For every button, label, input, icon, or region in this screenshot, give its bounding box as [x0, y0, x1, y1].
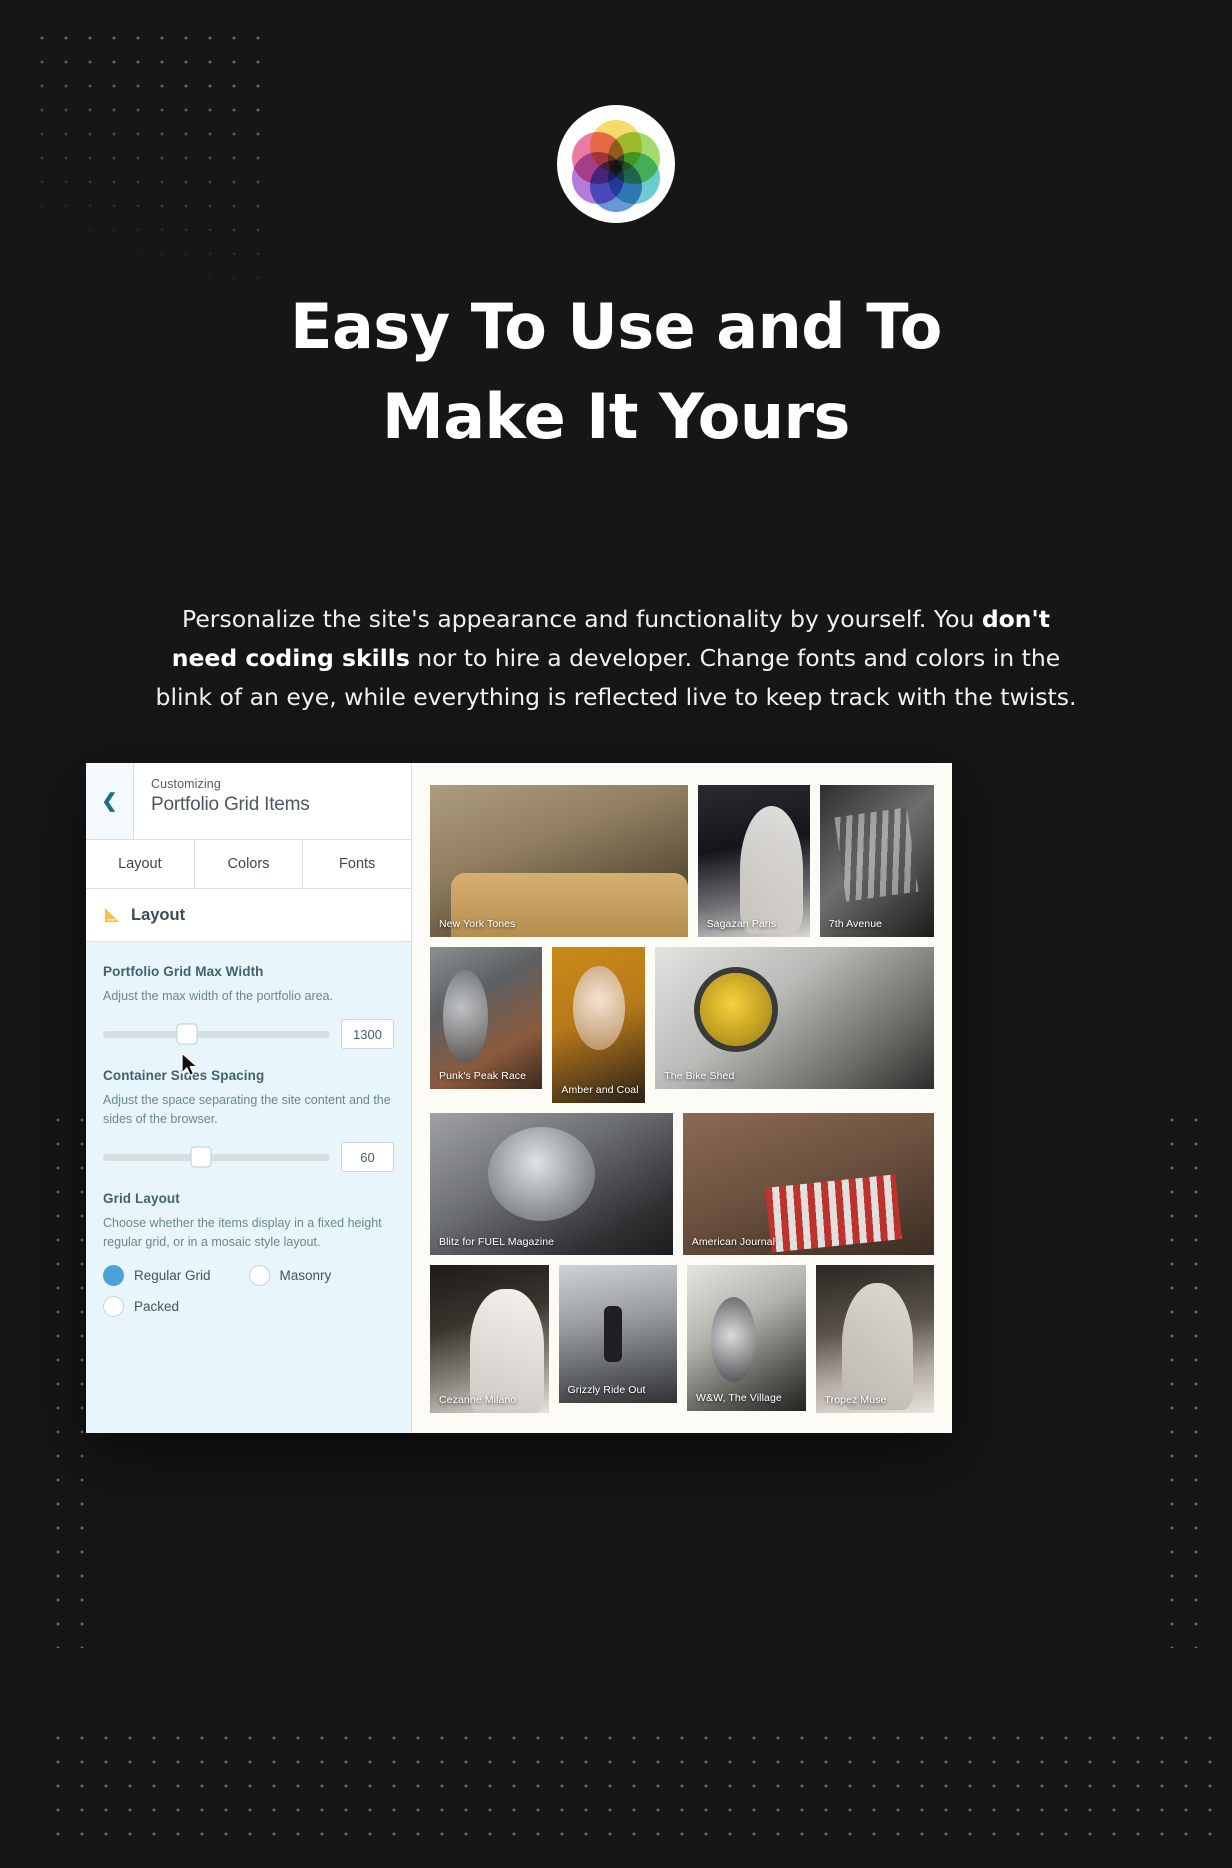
portfolio-thumbnail-image	[430, 947, 543, 1089]
control-portfolio-grid-max-width: Portfolio Grid Max Width Adjust the max …	[103, 964, 394, 1049]
portfolio-grid-item[interactable]: Blitz for FUEL Magazine	[430, 1113, 673, 1255]
radio-regular-grid[interactable]: Regular Grid	[103, 1265, 249, 1286]
portfolio-thumbnail-image	[552, 947, 646, 1103]
headline-line-2: Make It Yours	[382, 379, 850, 453]
hero-paragraph: Personalize the site's appearance and fu…	[151, 600, 1081, 718]
portfolio-item-caption: Tropez Muse	[824, 1394, 887, 1406]
portfolio-item-caption: The Bike Shed	[664, 1070, 735, 1082]
slider-row: 1300	[103, 1019, 394, 1049]
sides-spacing-value-input[interactable]: 60	[341, 1142, 394, 1172]
portfolio-grid-item[interactable]: Tropez Muse	[815, 1265, 934, 1413]
portfolio-grid-row: New York Tones Sagazan Paris 7th Avenue	[430, 785, 934, 937]
portfolio-item-caption: New York Tones	[439, 918, 516, 930]
portfolio-item-caption: Blitz for FUEL Magazine	[439, 1236, 555, 1248]
portfolio-item-caption: W&W, The Village	[696, 1392, 782, 1404]
portfolio-thumbnail-image	[682, 1113, 934, 1255]
control-label: Grid Layout	[103, 1191, 180, 1206]
portfolio-grid-item[interactable]: American Journal	[682, 1113, 934, 1255]
portfolio-thumbnail-image	[819, 785, 934, 937]
portfolio-grid-item[interactable]: Grizzly Ride Out	[558, 1265, 677, 1403]
control-description: Choose whether the items display in a fi…	[103, 1216, 382, 1249]
customizer-header-text: Customizing Portfolio Grid Items	[134, 763, 310, 839]
portfolio-grid-item[interactable]: Amber and Coal	[552, 947, 646, 1103]
portfolio-grid-item[interactable]: 7th Avenue	[819, 785, 934, 937]
panel-title: Portfolio Grid Items	[151, 794, 310, 815]
portfolio-thumbnail-image	[558, 1265, 677, 1403]
panel-tabs: Layout Colors Fonts	[86, 840, 412, 889]
tab-fonts[interactable]: Fonts	[303, 840, 412, 888]
ruler-triangle-icon	[104, 907, 120, 922]
control-label: Container Sides Spacing	[103, 1068, 265, 1083]
radio-button-icon[interactable]	[103, 1296, 124, 1317]
control-label: Portfolio Grid Max Width	[103, 964, 264, 979]
sides-spacing-slider-track[interactable]	[103, 1146, 330, 1168]
portfolio-thumbnail-image	[697, 785, 810, 937]
color-wheel-petals-logo	[572, 120, 660, 212]
radio-label: Regular Grid	[134, 1268, 211, 1283]
radio-button-icon[interactable]	[248, 1265, 270, 1286]
portfolio-thumbnail-image	[430, 785, 688, 937]
slider-row: 60	[103, 1142, 394, 1172]
portfolio-item-caption: Punk's Peak Race	[439, 1070, 527, 1082]
radio-label: Masonry	[279, 1268, 332, 1283]
portfolio-item-caption: American Journal	[691, 1236, 776, 1248]
radio-packed[interactable]: Packed	[103, 1296, 249, 1317]
customizing-kicker: Customizing	[151, 777, 221, 791]
portfolio-grid-row: Cezanne Milano Grizzly Ride Out W&W, The V…	[430, 1265, 934, 1413]
back-button[interactable]: ❮	[86, 763, 134, 839]
decorative-dot-grid-right	[1160, 1108, 1212, 1648]
portfolio-grid-row: Blitz for FUEL Magazine American Journal	[430, 1113, 934, 1255]
max-width-slider-thumb[interactable]	[176, 1023, 198, 1045]
portfolio-thumbnail-image	[655, 947, 934, 1089]
tab-colors[interactable]: Colors	[194, 840, 304, 888]
radio-label: Packed	[134, 1299, 180, 1314]
portfolio-thumbnail-image	[430, 1113, 673, 1255]
headline-line-1: Easy To Use and To	[290, 290, 942, 363]
portfolio-thumbnail-image	[687, 1265, 806, 1411]
paragraph-part-1: Personalize the site's appearance and fu…	[182, 605, 982, 633]
portfolio-item-caption: Sagazan Paris	[706, 918, 777, 930]
grid-layout-radio-group: Regular Grid Masonry Packed	[103, 1265, 394, 1317]
site-preview: New York Tones Sagazan Paris 7th Avenue Pun…	[412, 763, 952, 1433]
max-width-slider-track[interactable]	[103, 1023, 330, 1045]
customizer-panel: ❮ Customizing Portfolio Grid Items Layou…	[86, 763, 412, 1433]
max-width-value-input[interactable]: 1300	[341, 1019, 394, 1049]
portfolio-grid-item[interactable]: Punk's Peak Race	[430, 947, 543, 1089]
layout-section-title: Layout	[131, 905, 186, 924]
portfolio-grid-item[interactable]: New York Tones	[430, 785, 688, 937]
layout-controls: Portfolio Grid Max Width Adjust the max …	[86, 942, 411, 1433]
chevron-left-icon: ❮	[101, 790, 118, 812]
control-container-sides-spacing: Container Sides Spacing Adjust the space…	[103, 1068, 394, 1172]
landing-page-section: Easy To Use and To Make It Yours Persona…	[0, 0, 1232, 1868]
portfolio-item-caption: Grizzly Ride Out	[567, 1384, 646, 1396]
portfolio-item-caption: Cezanne Milano	[439, 1394, 517, 1406]
portfolio-grid-row: Punk's Peak Race Amber and Coal The Bike S…	[430, 947, 934, 1103]
customizer-screenshot: ❮ Customizing Portfolio Grid Items Layou…	[86, 763, 952, 1433]
decorative-dot-grid-bottom	[46, 1726, 1212, 1846]
portfolio-grid-item[interactable]: W&W, The Village	[687, 1265, 806, 1411]
portfolio-item-caption: Amber and Coal	[561, 1084, 639, 1096]
portfolio-grid-item[interactable]: Cezanne Milano	[430, 1265, 549, 1413]
sides-spacing-slider-thumb[interactable]	[190, 1146, 212, 1168]
radio-masonry[interactable]: Masonry	[248, 1265, 395, 1286]
mouse-pointer-icon	[181, 1052, 198, 1077]
brand-logo	[557, 105, 675, 223]
tab-layout[interactable]: Layout	[86, 840, 195, 888]
layout-section-header[interactable]: Layout	[86, 889, 411, 942]
portfolio-grid-item[interactable]: Sagazan Paris	[697, 785, 810, 937]
portfolio-thumbnail-image	[430, 1265, 549, 1413]
portfolio-grid-item[interactable]: The Bike Shed	[655, 947, 934, 1089]
radio-button-icon[interactable]	[103, 1265, 124, 1286]
control-description: Adjust the max width of the portfolio ar…	[103, 989, 333, 1003]
control-grid-layout: Grid Layout Choose whether the items dis…	[103, 1191, 394, 1317]
page-title: Easy To Use and To Make It Yours	[0, 282, 1232, 462]
portfolio-item-caption: 7th Avenue	[828, 918, 883, 930]
portfolio-thumbnail-image	[815, 1265, 934, 1413]
control-description: Adjust the space separating the site con…	[103, 1093, 391, 1126]
customizer-header: ❮ Customizing Portfolio Grid Items	[86, 763, 411, 840]
